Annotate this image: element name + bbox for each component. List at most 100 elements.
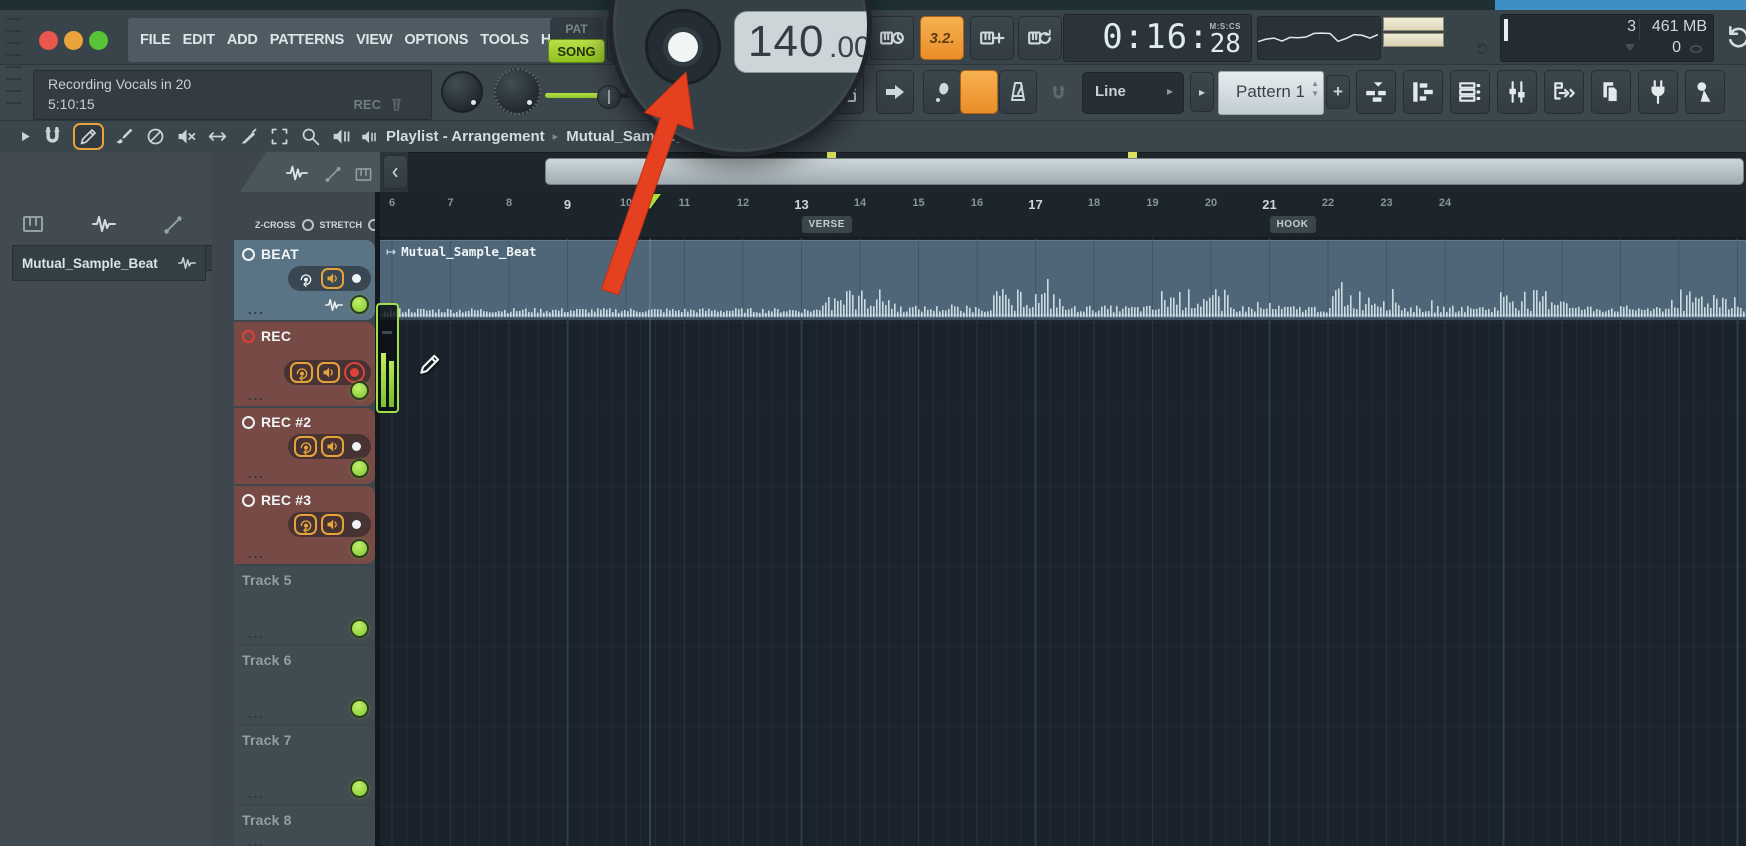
shuffle-slider-thumb[interactable] (597, 85, 621, 109)
add-pattern-button[interactable]: + (1326, 75, 1350, 109)
track-header-6[interactable]: Track 6... (234, 646, 375, 724)
menu-item-view[interactable]: VIEW (356, 32, 392, 48)
track-led[interactable] (350, 539, 369, 558)
plugin-picker-window-button[interactable] (1591, 70, 1631, 114)
tempo-display[interactable]: 140 .000 (734, 11, 872, 73)
mixer-window-button[interactable] (1497, 70, 1537, 114)
playlist-lanes[interactable]: ↦ Mutual_Sample_Beat (380, 238, 1746, 846)
browser-window-button[interactable] (1544, 70, 1584, 114)
track-status-dot[interactable] (352, 520, 361, 529)
menu-item-edit[interactable]: EDIT (183, 32, 215, 48)
record-button[interactable] (645, 9, 721, 85)
pat-mode-button[interactable]: PAT (550, 17, 603, 41)
picker-item-sample[interactable]: Mutual_Sample_Beat (12, 245, 206, 281)
link-button[interactable] (960, 70, 998, 114)
track-grip[interactable]: ... (248, 840, 265, 844)
macos-close-button[interactable] (39, 31, 58, 50)
snap-selector[interactable]: Line ▸ (1082, 72, 1184, 114)
track-grip[interactable]: ... (248, 308, 265, 312)
picker-tab-automation-icon[interactable] (160, 214, 186, 236)
track-header-7[interactable]: Track 7... (234, 726, 375, 804)
track-arm-button[interactable] (294, 436, 317, 457)
track-grip[interactable]: ... (248, 632, 265, 636)
track-header-4[interactable]: REC #3... (234, 486, 375, 564)
wait-input-button[interactable] (870, 16, 914, 60)
timeline-ruler[interactable]: 6789101112131415161718192021222324VERSEH… (380, 192, 1746, 238)
metronome-button[interactable] (999, 70, 1037, 114)
track-led[interactable] (350, 381, 369, 400)
slide-button[interactable] (923, 70, 961, 114)
track-header-1[interactable]: BEAT... (234, 240, 375, 320)
track-arm-button[interactable] (294, 268, 317, 289)
snap-tool[interactable] (42, 126, 63, 147)
scroll-left-button[interactable] (383, 155, 408, 189)
magnet-icon[interactable] (1050, 85, 1067, 102)
track-led[interactable] (350, 295, 369, 314)
menu-item-tools[interactable]: TOOLS (480, 32, 529, 48)
step-edit-button[interactable] (876, 70, 914, 114)
marker-hook[interactable]: HOOK (1270, 216, 1316, 233)
track-status-dot[interactable] (352, 274, 361, 283)
menu-item-patterns[interactable]: PATTERNS (270, 32, 344, 48)
zcross-checkbox[interactable] (302, 219, 314, 231)
marker-verse[interactable]: VERSE (802, 216, 852, 233)
playhead-marker[interactable] (639, 194, 661, 209)
track-header-3[interactable]: REC #2... (234, 408, 375, 484)
track-header-8[interactable]: Track 8... (234, 806, 375, 846)
select-tool[interactable] (269, 126, 290, 147)
audio-tab-icon[interactable] (282, 162, 312, 184)
menu-item-file[interactable]: FILE (140, 32, 171, 48)
pattern-picker-arrow-button[interactable]: ▸ (1190, 72, 1214, 112)
zoom-tool[interactable] (300, 126, 321, 147)
main-volume-knob[interactable] (441, 71, 483, 113)
track-mute-button[interactable] (321, 268, 344, 289)
track-status-dot[interactable] (352, 442, 361, 451)
delete-tool[interactable] (145, 126, 166, 147)
playback-speaker-icon[interactable] (360, 128, 378, 146)
slice-tool[interactable] (238, 126, 259, 147)
plugins-window-button[interactable] (1638, 70, 1678, 114)
track-arm-button[interactable] (290, 362, 313, 383)
playback-tool[interactable] (331, 126, 352, 147)
paint-tool[interactable] (114, 126, 135, 147)
draw-tool[interactable] (73, 123, 104, 150)
mute-tool[interactable] (176, 126, 197, 147)
track-led[interactable] (350, 459, 369, 478)
macos-zoom-button[interactable] (89, 31, 108, 50)
macos-minimize-button[interactable] (64, 31, 83, 50)
track-header-2[interactable]: REC... (234, 322, 375, 406)
track-led[interactable] (350, 619, 369, 638)
audio-clip[interactable]: ↦ Mutual_Sample_Beat (380, 240, 1746, 320)
track-grip[interactable]: ... (248, 552, 265, 556)
track-record-indicator[interactable] (344, 362, 365, 383)
menu-item-add[interactable]: ADD (227, 32, 258, 48)
track-mute-button[interactable] (317, 362, 340, 383)
loop-record-button[interactable] (1018, 16, 1062, 60)
pattern-selector[interactable]: Pattern 1 ▲▼ (1218, 71, 1324, 115)
automation-tab-icon[interactable] (322, 165, 344, 184)
track-grip[interactable]: ... (248, 394, 265, 398)
play-tool[interactable] (18, 126, 32, 147)
track-grip[interactable]: ... (248, 792, 265, 796)
scrollbar-thumb[interactable] (545, 158, 1744, 185)
piano-roll-window-button[interactable] (1403, 70, 1443, 114)
breadcrumb-root[interactable]: Playlist - Arrangement (386, 128, 545, 145)
countdown-button[interactable]: 3.2. (920, 16, 964, 60)
track-led[interactable] (350, 699, 369, 718)
picker-tab-audio-icon[interactable] (88, 212, 120, 236)
main-pitch-knob[interactable] (494, 68, 541, 115)
channel-rack-window-button[interactable] (1450, 70, 1490, 114)
track-arm-button[interactable] (294, 514, 317, 535)
track-grip[interactable]: ... (248, 472, 265, 476)
time-display[interactable]: 0:16: M:S:CS 28 (1063, 14, 1252, 62)
overdub-button[interactable] (970, 16, 1014, 60)
menu-item-options[interactable]: OPTIONS (404, 32, 468, 48)
playlist-window-button[interactable] (1356, 70, 1396, 114)
tuner-window-button[interactable] (1685, 70, 1725, 114)
track-led[interactable] (350, 779, 369, 798)
slip-tool[interactable] (207, 126, 228, 147)
pattern-spinner[interactable]: ▲▼ (1311, 79, 1319, 98)
track-grip[interactable]: ... (248, 712, 265, 716)
track-mute-button[interactable] (321, 436, 344, 457)
track-mute-button[interactable] (321, 514, 344, 535)
